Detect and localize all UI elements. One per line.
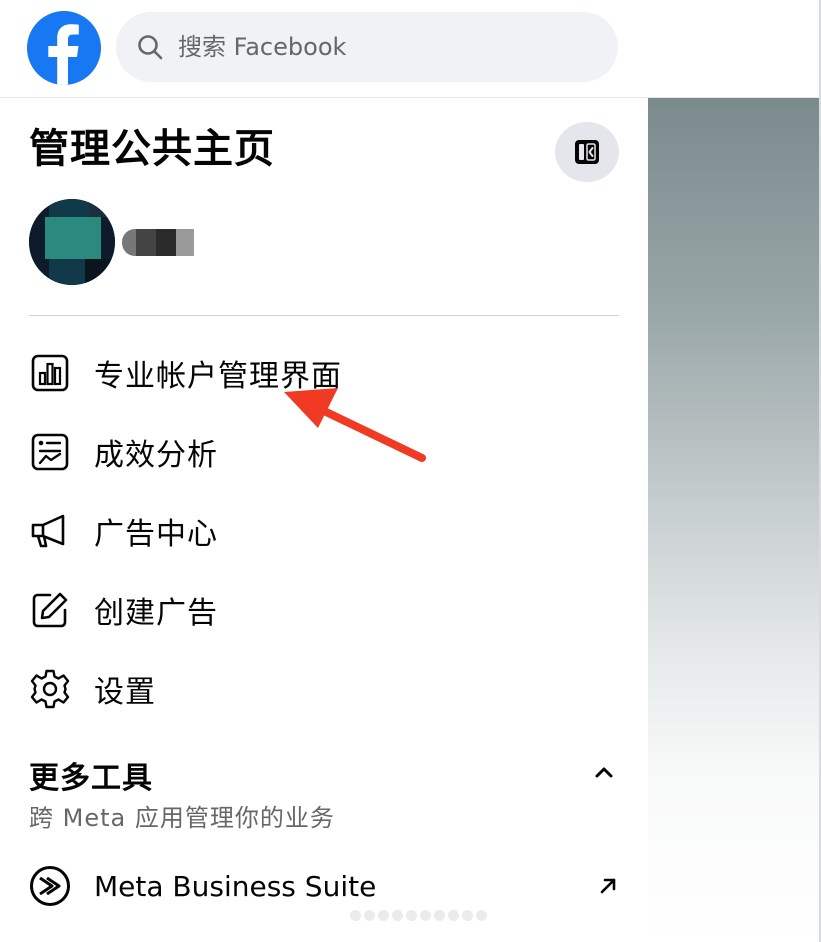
menu-item-label: 成效分析 [94, 438, 218, 473]
megaphone-icon [28, 509, 72, 553]
page-avatar[interactable] [29, 199, 115, 285]
dashboard-icon [28, 351, 72, 395]
menu-item-professional-dashboard[interactable]: 专业帐户管理界面 [14, 340, 614, 406]
menu-item-label: Meta Business Suite [94, 869, 377, 903]
background-panel [648, 98, 821, 942]
top-bar [0, 0, 821, 98]
menu-item-label: 专业帐户管理界面 [94, 359, 342, 394]
search-input[interactable] [178, 17, 618, 77]
search-bar[interactable] [116, 12, 618, 82]
page-name-redacted[interactable] [122, 229, 194, 256]
search-icon [138, 35, 163, 60]
edit-icon [28, 588, 72, 632]
menu-item-meta-business-suite[interactable]: Meta Business Suite [14, 853, 626, 919]
facebook-f-icon [48, 24, 79, 85]
gear-icon [28, 667, 72, 711]
collapse-more-tools-button[interactable] [584, 754, 624, 790]
loading-dots [350, 910, 487, 921]
menu-item-ad-center[interactable]: 广告中心 [14, 498, 614, 564]
divider [29, 315, 619, 316]
menu-item-label: 设置 [94, 675, 156, 710]
more-tools-subheading: 跨 Meta 应用管理你的业务 [29, 804, 335, 832]
insights-icon [28, 430, 72, 474]
sidebar-toggle-icon [575, 140, 599, 164]
chevron-up-icon [595, 767, 613, 778]
manage-page-panel: 管理公共主页 专业帐户管理界面 成效分析 广告中心 创建广告 设置 更多工具 跨… [0, 98, 648, 942]
external-link-icon [600, 878, 616, 894]
facebook-logo[interactable] [27, 11, 101, 85]
collapse-sidebar-button[interactable] [555, 122, 619, 182]
menu-item-insights[interactable]: 成效分析 [14, 419, 614, 485]
meta-business-suite-icon [30, 866, 70, 906]
page-title: 管理公共主页 [29, 126, 275, 172]
menu-item-settings[interactable]: 设置 [14, 656, 614, 722]
menu-item-label: 广告中心 [94, 517, 218, 552]
menu-item-label: 创建广告 [94, 596, 218, 631]
more-tools-heading: 更多工具 [29, 761, 153, 796]
menu-item-create-ad[interactable]: 创建广告 [14, 577, 614, 643]
